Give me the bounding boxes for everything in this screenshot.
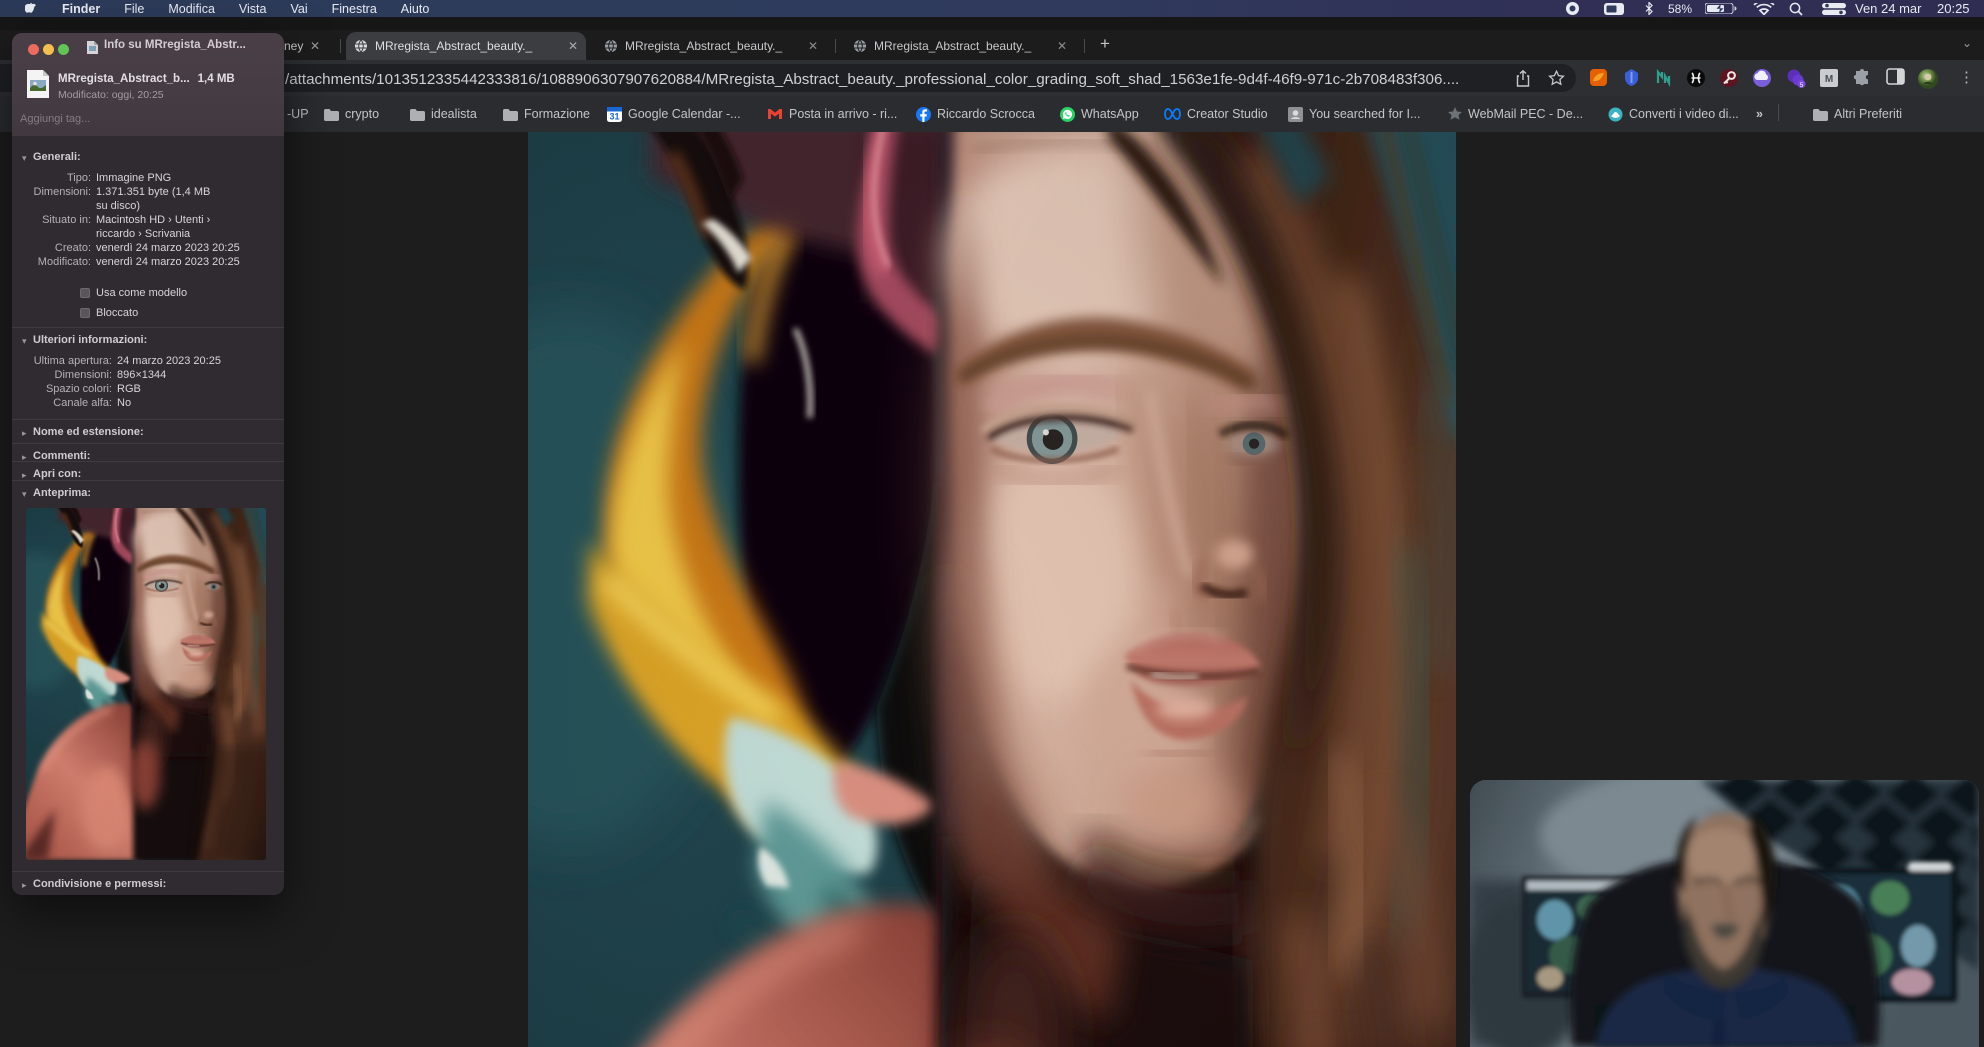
svg-text:M: M xyxy=(1825,74,1833,85)
svg-text:5: 5 xyxy=(1800,82,1804,89)
svg-text:31: 31 xyxy=(609,111,619,121)
